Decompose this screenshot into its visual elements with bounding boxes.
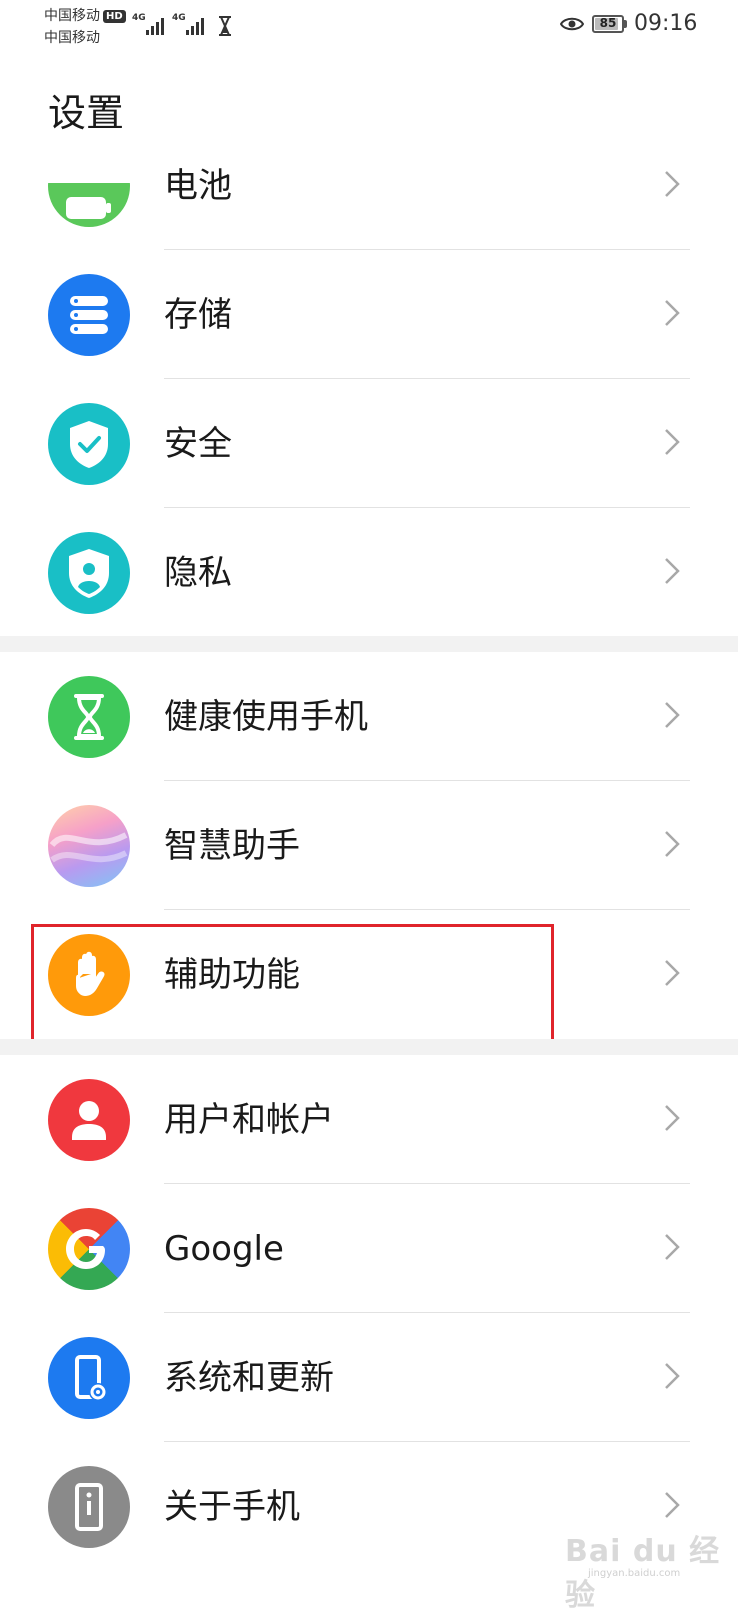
settings-item-users-accounts[interactable]: 用户和帐户 <box>0 1055 738 1184</box>
settings-group-1: 电池 存储 安全 隐私 <box>0 121 738 637</box>
chevron-right-icon <box>665 1105 680 1131</box>
system-update-icon <box>48 1337 130 1419</box>
settings-item-google[interactable]: Google <box>0 1184 738 1313</box>
hd-badge: HD <box>103 10 126 23</box>
carrier-1-label: 中国移动 <box>44 8 100 24</box>
settings-item-label: 隐私 <box>164 553 232 593</box>
settings-item-label: 电池 <box>164 166 232 206</box>
chevron-right-icon <box>665 429 680 455</box>
phone-info-icon <box>48 1466 130 1548</box>
chevron-right-icon <box>665 1363 680 1389</box>
settings-item-storage[interactable]: 存储 <box>0 250 738 379</box>
settings-item-label: 存储 <box>164 295 232 335</box>
chevron-right-icon <box>665 831 680 857</box>
chevron-right-icon <box>665 960 680 986</box>
chevron-right-icon <box>665 558 680 584</box>
assistant-icon <box>48 805 130 887</box>
carrier-1: 中国移动 HD <box>44 8 126 24</box>
watermark-url: jingyan.baidu.com <box>588 1568 681 1579</box>
battery-tip <box>624 20 627 28</box>
eye-comfort-icon <box>560 17 584 31</box>
settings-item-label: 安全 <box>164 424 232 464</box>
privacy-icon <box>48 532 130 614</box>
settings-item-smart-assistant[interactable]: 智慧助手 <box>0 781 738 910</box>
chevron-right-icon <box>665 1492 680 1518</box>
settings-item-security[interactable]: 安全 <box>0 379 738 508</box>
settings-item-label: 用户和帐户 <box>164 1100 334 1140</box>
highlight-annotation <box>31 924 554 1055</box>
carrier-2-label: 中国移动 <box>44 30 100 46</box>
settings-item-label: 健康使用手机 <box>164 697 368 737</box>
battery-indicator: 85 <box>592 15 624 33</box>
settings-group-3: 用户和帐户 Google 系统和更新 关于手机 <box>0 1055 738 1571</box>
chevron-right-icon <box>665 300 680 326</box>
group-separator-2 <box>0 1039 738 1055</box>
settings-item-label: 智慧助手 <box>164 826 300 866</box>
settings-item-label: 关于手机 <box>164 1487 300 1527</box>
battery-level: 85 <box>599 16 617 30</box>
hourglass-status-icon <box>219 16 231 36</box>
settings-item-digital-balance[interactable]: 健康使用手机 <box>0 652 738 781</box>
hourglass-icon <box>48 676 130 758</box>
battery-icon <box>48 183 130 227</box>
settings-item-battery[interactable]: 电池 <box>0 121 738 250</box>
settings-item-privacy[interactable]: 隐私 <box>0 508 738 637</box>
user-icon <box>48 1079 130 1161</box>
settings-item-label: 系统和更新 <box>164 1358 334 1398</box>
chevron-right-icon <box>665 1234 680 1260</box>
chevron-right-icon <box>665 171 680 197</box>
clock: 09:16 <box>634 11 698 36</box>
shield-check-icon <box>48 403 130 485</box>
group-separator <box>0 636 738 652</box>
chevron-right-icon <box>665 702 680 728</box>
settings-item-system-update[interactable]: 系统和更新 <box>0 1313 738 1442</box>
storage-icon <box>48 274 130 356</box>
settings-item-label: Google <box>164 1229 284 1269</box>
google-icon <box>48 1208 130 1290</box>
status-bar: 中国移动 HD 中国移动 4G 4G 85 09:16 <box>0 0 738 56</box>
